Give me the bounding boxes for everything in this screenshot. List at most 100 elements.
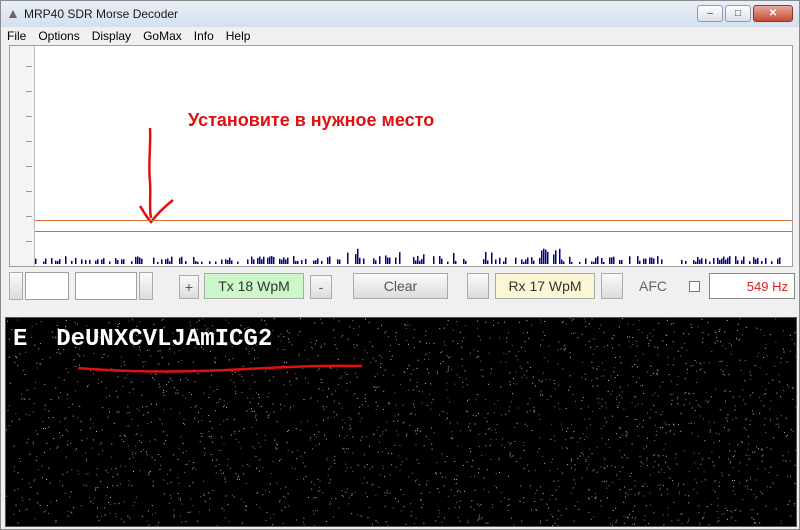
noise-dot [42,428,44,430]
noise-dot [241,392,243,394]
signal-bar [283,257,285,264]
noise-dot [636,418,638,420]
noise-dot [514,441,516,442]
noise-dot [219,398,221,400]
noise-dot [544,321,546,322]
noise-dot [714,342,716,344]
signal-bar [301,260,303,264]
menu-info[interactable]: Info [188,29,220,43]
noise-dot [647,523,649,525]
noise-dot [412,389,414,391]
noise-dot [669,477,671,479]
noise-dot [21,496,23,498]
menu-options[interactable]: Options [32,29,85,43]
scroll-left-button[interactable] [9,272,23,300]
noise-dot [728,429,730,431]
noise-dot [188,525,189,526]
noise-dot [492,319,494,321]
level-field-2[interactable] [75,272,137,300]
noise-dot [15,504,17,506]
noise-dot [612,510,614,511]
noise-dot [409,379,411,381]
noise-dot [125,377,127,379]
noise-dot [208,415,210,417]
noise-dot [608,439,609,441]
noise-dot [16,356,18,358]
signal-bar [721,258,723,264]
speed-plus-button[interactable]: + [179,275,199,299]
menu-file[interactable]: File [1,29,32,43]
noise-dot [384,369,386,371]
noise-dot [37,468,39,470]
noise-dot [570,437,572,439]
noise-dot [97,507,98,509]
noise-dot [350,466,352,468]
noise-dot [488,352,490,354]
noise-dot [627,336,629,338]
noise-dot [204,454,206,456]
spectrum-plot[interactable]: Установите в нужное место [35,46,792,266]
scroll-right-button[interactable] [139,272,153,300]
rx-left-button[interactable] [467,273,489,299]
noise-dot [77,470,79,472]
noise-dot [98,520,100,522]
noise-dot [179,412,181,414]
noise-dot [17,472,19,474]
close-button[interactable]: ✕ [753,5,793,22]
signal-bar [741,260,743,264]
speed-minus-button[interactable]: - [310,275,332,299]
minimize-button[interactable]: – [697,5,723,22]
noise-dot [303,517,305,519]
menu-help[interactable]: Help [220,29,257,43]
menu-gomax[interactable]: GoMax [137,29,188,43]
noise-dot [500,414,502,416]
noise-dot [182,452,184,454]
level-field-1[interactable] [25,272,69,300]
noise-dot [470,476,472,478]
afc-checkbox[interactable] [689,281,700,292]
noise-dot [647,437,648,439]
noise-dot [642,463,644,465]
noise-dot [210,435,212,437]
rx-right-button[interactable] [601,273,623,299]
noise-dot [761,492,763,494]
noise-dot [253,410,255,412]
noise-dot [166,390,168,392]
noise-dot [185,521,187,523]
noise-dot [386,492,388,493]
noise-dot [128,480,130,482]
spectrum-display[interactable]: Установите в нужное место [9,45,793,267]
noise-dot [431,448,433,450]
noise-dot [36,493,38,495]
menu-display[interactable]: Display [86,29,137,43]
noise-dot [470,506,472,508]
noise-dot [33,403,35,405]
signal-bar [487,260,489,264]
noise-dot [611,525,613,526]
noise-dot [534,469,536,471]
noise-dot [784,432,786,433]
noise-dot [402,494,404,496]
noise-dot [49,448,51,450]
noise-dot [702,337,704,339]
noise-dot [503,352,505,354]
noise-dot [392,374,394,376]
maximize-button[interactable]: □ [725,5,751,22]
noise-dot [228,359,230,361]
clear-button[interactable]: Clear [353,273,448,299]
noise-dot [677,519,679,521]
title-bar[interactable]: MRP40 SDR Morse Decoder – □ ✕ [1,1,799,27]
noise-dot [361,417,362,419]
signal-bar [253,259,255,264]
noise-dot [22,370,24,372]
noise-dot [610,523,611,525]
signal-bar [591,261,593,264]
noise-dot [734,454,735,456]
noise-dot [646,464,648,466]
noise-dot [702,517,703,519]
noise-dot [34,518,36,520]
noise-dot [480,360,482,362]
noise-dot [649,333,651,334]
decoder-output[interactable]: E DeUNXCVLJAmICG2 [5,317,797,527]
noise-dot [649,492,651,494]
